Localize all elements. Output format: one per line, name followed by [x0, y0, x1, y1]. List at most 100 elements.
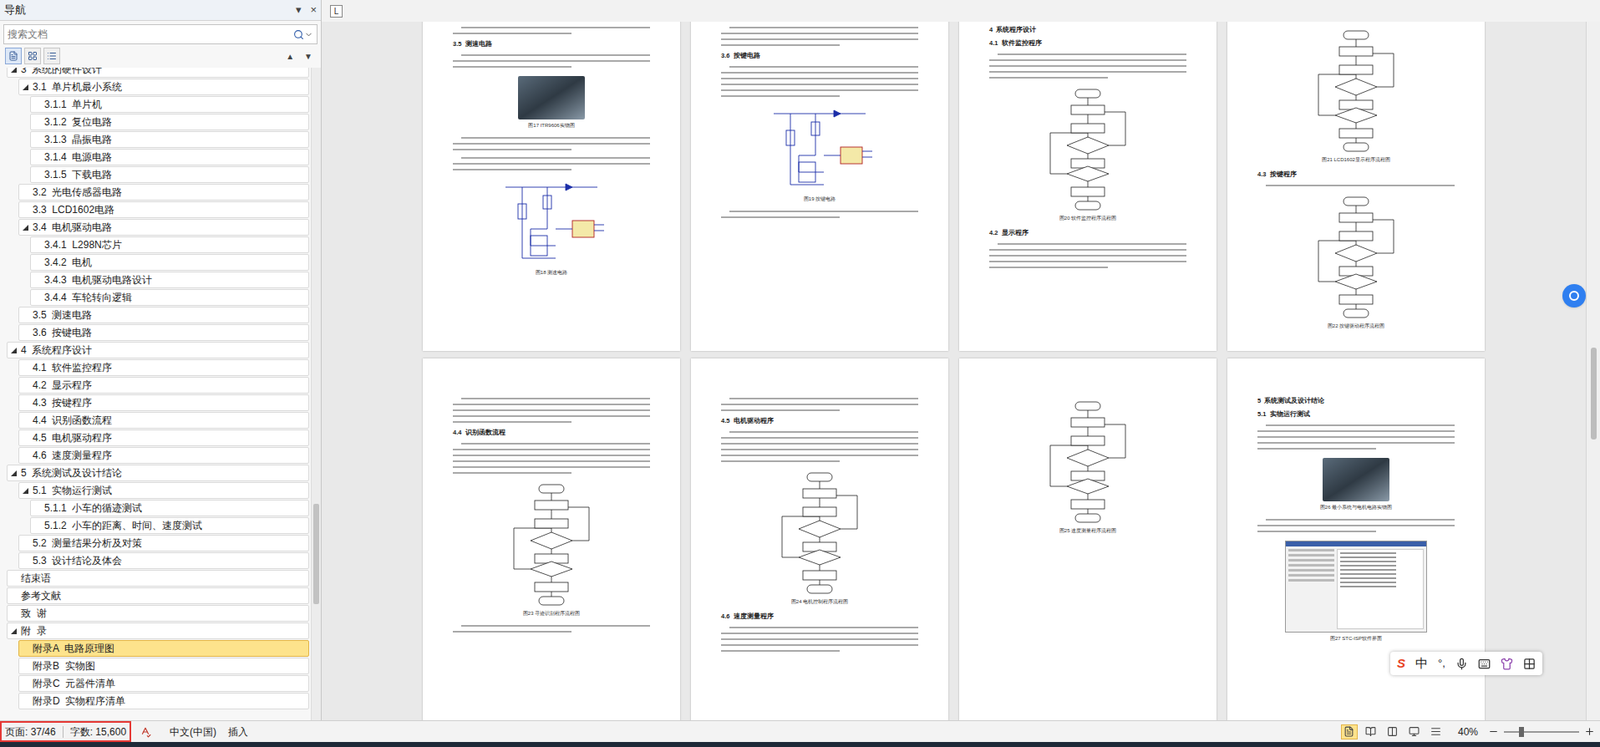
nav-item[interactable]: 3.6 按键电路	[18, 324, 310, 341]
pages-view: 3.5 测速电路图17 ITR9606实物图图18 测速电路3.6 按键电路图1…	[321, 21, 1586, 721]
paragraph	[989, 52, 1187, 80]
nav-item[interactable]: 4.2 显示程序	[18, 376, 310, 394]
dropdown-icon[interactable]	[304, 30, 314, 40]
nav-item[interactable]: 3.2 光电传感器电路	[18, 183, 310, 201]
nav-item[interactable]: 3.1.4 电源电路	[30, 148, 310, 166]
nav-item[interactable]: 4.3 按键程序	[18, 394, 310, 412]
nav-item[interactable]: 3.4.1 L298N芯片	[30, 236, 310, 254]
nav-item[interactable]: 附录A 电路原理图	[18, 640, 310, 657]
figure-caption: 图21 LCD1602显示程序流程图	[1321, 156, 1391, 163]
status-bar: 页面: 37/46 字数: 15,600 中文(中国) 插入 40%	[0, 720, 1600, 742]
view-mode-button[interactable]	[1340, 724, 1358, 740]
nav-item[interactable]: 致 谢	[6, 604, 310, 622]
ime-punctuation[interactable]: °,	[1437, 655, 1446, 672]
zoom-slider[interactable]	[1503, 726, 1580, 737]
nav-item[interactable]: 3.4 电机驱动电路	[18, 218, 310, 236]
nav-item[interactable]: 附录B 实物图	[18, 657, 310, 675]
nav-view-button[interactable]	[5, 47, 22, 65]
zoom-in-icon[interactable]	[1584, 726, 1595, 737]
toolbox-icon[interactable]	[1523, 657, 1536, 671]
nav-item[interactable]: 3.1 单片机最小系统	[18, 78, 310, 96]
nav-view-button[interactable]	[43, 47, 61, 65]
ime-mode[interactable]: 中	[1415, 654, 1428, 674]
nav-item[interactable]: 5.2 测量结果分析及对策	[18, 534, 310, 552]
document-page[interactable]: 3.6 按键电路图19 按键电路	[690, 21, 949, 351]
nav-item[interactable]: 4.6 速度测量程序	[18, 446, 310, 464]
view-icon	[8, 50, 19, 61]
nav-close-button[interactable]: ×	[309, 1, 317, 19]
expand-icon[interactable]	[10, 67, 18, 74]
nav-item[interactable]: 3.3 LCD1602电路	[18, 201, 310, 219]
expand-icon[interactable]	[10, 346, 18, 355]
document-page[interactable]: 图21 LCD1602显示程序流程图4.3 按键程序图22 按键驱动程序流程图	[1227, 21, 1485, 351]
software-screenshot	[1285, 540, 1428, 633]
view-mode-button[interactable]	[1406, 724, 1423, 740]
assistant-button[interactable]	[1562, 284, 1586, 308]
figure: 图21 LCD1602显示程序流程图	[1257, 25, 1455, 166]
keyboard-icon[interactable]	[1478, 657, 1491, 671]
document-page[interactable]: 3.5 测速电路图17 ITR9606实物图图18 测速电路	[422, 21, 681, 351]
nav-item[interactable]: 3.4.2 电机	[30, 253, 310, 271]
nav-item[interactable]: 4.1 软件监控程序	[18, 359, 310, 376]
language[interactable]: 中文(中国)	[169, 724, 217, 740]
nav-item[interactable]: 5.3 设计结论及体会	[18, 552, 310, 569]
nav-item[interactable]: 3.4.4 车轮转向逻辑	[30, 289, 310, 306]
paragraph	[721, 430, 919, 463]
skin-icon[interactable]	[1500, 657, 1514, 671]
nav-item[interactable]: 5.1.1 小车的循迹测试	[30, 499, 310, 517]
nav-item[interactable]: 4.4 识别函数流程	[18, 411, 310, 429]
nav-item[interactable]: 3.1.2 复位电路	[30, 113, 310, 131]
ime-toolbar: S中 °,	[1390, 651, 1543, 676]
input-mode[interactable]: 插入	[228, 724, 249, 740]
expand-icon[interactable]	[10, 627, 18, 635]
nav-item[interactable]: 3.1.5 下载电路	[30, 166, 310, 183]
microphone-icon[interactable]	[1455, 657, 1468, 671]
nav-item[interactable]: 附录D 实物程序清单	[18, 692, 310, 710]
page-count[interactable]: 页面: 37/46	[5, 724, 56, 740]
view-mode-button[interactable]	[1427, 724, 1445, 740]
nav-item[interactable]: 5 系统测试及设计结论	[6, 464, 310, 482]
document-page[interactable]: 4.5 电机驱动程序图24 电机控制程序流程图4.6 速度测量程序	[690, 358, 949, 721]
nav-item[interactable]: 3.4.3 电机驱动电路设计	[30, 271, 310, 289]
nav-scrollbar[interactable]	[310, 67, 321, 721]
page-heading: 3.6 按键电路	[721, 51, 919, 61]
nav-item[interactable]: 4.5 电机驱动程序	[18, 429, 310, 447]
expand-icon[interactable]	[21, 83, 30, 92]
view-mode-button[interactable]	[1384, 724, 1402, 740]
document-page[interactable]: 4 系统程序设计4.1 软件监控程序图20 软件监控程序流程图4.2 显示程序	[959, 21, 1217, 351]
expand-icon[interactable]	[10, 469, 18, 478]
ruler-button[interactable]: L	[330, 5, 343, 18]
spellcheck-icon[interactable]	[139, 726, 152, 738]
nav-item[interactable]: 附录C 元器件清单	[18, 675, 310, 692]
nav-item[interactable]: 5.1.2 小车的距离、时间、速度测试	[30, 517, 310, 534]
page-heading: 4 系统程序设计	[989, 25, 1187, 35]
nav-view-button[interactable]	[24, 47, 41, 65]
expand-icon[interactable]	[21, 223, 30, 232]
ime-logo[interactable]: S	[1396, 654, 1406, 674]
nav-item[interactable]: 3 系统的硬件设计	[6, 67, 310, 78]
search-field[interactable]: 搜索文档	[3, 24, 318, 45]
view-mode-button[interactable]	[1362, 724, 1380, 740]
search-icon[interactable]	[293, 29, 305, 41]
nav-item[interactable]: 5.1 实物运行测试	[18, 482, 310, 499]
nav-menu-button[interactable]: ▾	[295, 1, 302, 19]
nav-item[interactable]: 附 录	[6, 622, 310, 640]
document-page[interactable]: 图25 速度测量程序流程图	[959, 358, 1217, 721]
document-page[interactable]: 4.4 识别函数流程图23 寻迹识别程序流程图	[422, 358, 681, 721]
zoom-out-icon[interactable]	[1488, 726, 1499, 737]
next-button[interactable]: ▼	[304, 50, 313, 63]
figure-caption: 图20 软件监控程序流程图	[1059, 214, 1117, 222]
nav-item[interactable]: 4 系统程序设计	[6, 341, 310, 359]
previous-button[interactable]: ▲	[285, 50, 295, 63]
nav-item[interactable]: 3.1.3 晶振电路	[30, 131, 310, 148]
nav-item[interactable]: 结束语	[6, 569, 310, 587]
figure-caption: 图24 电机控制程序流程图	[791, 598, 849, 605]
document-scrollbar[interactable]	[1585, 21, 1600, 721]
word-count[interactable]: 字数: 15,600	[70, 724, 127, 740]
nav-item[interactable]: 参考文献	[6, 587, 310, 605]
expand-icon[interactable]	[21, 487, 30, 495]
zoom-level[interactable]: 40%	[1457, 724, 1479, 740]
paragraph	[452, 136, 651, 152]
nav-item[interactable]: 3.5 测速电路	[18, 306, 310, 324]
nav-item[interactable]: 3.1.1 单片机	[30, 96, 310, 113]
